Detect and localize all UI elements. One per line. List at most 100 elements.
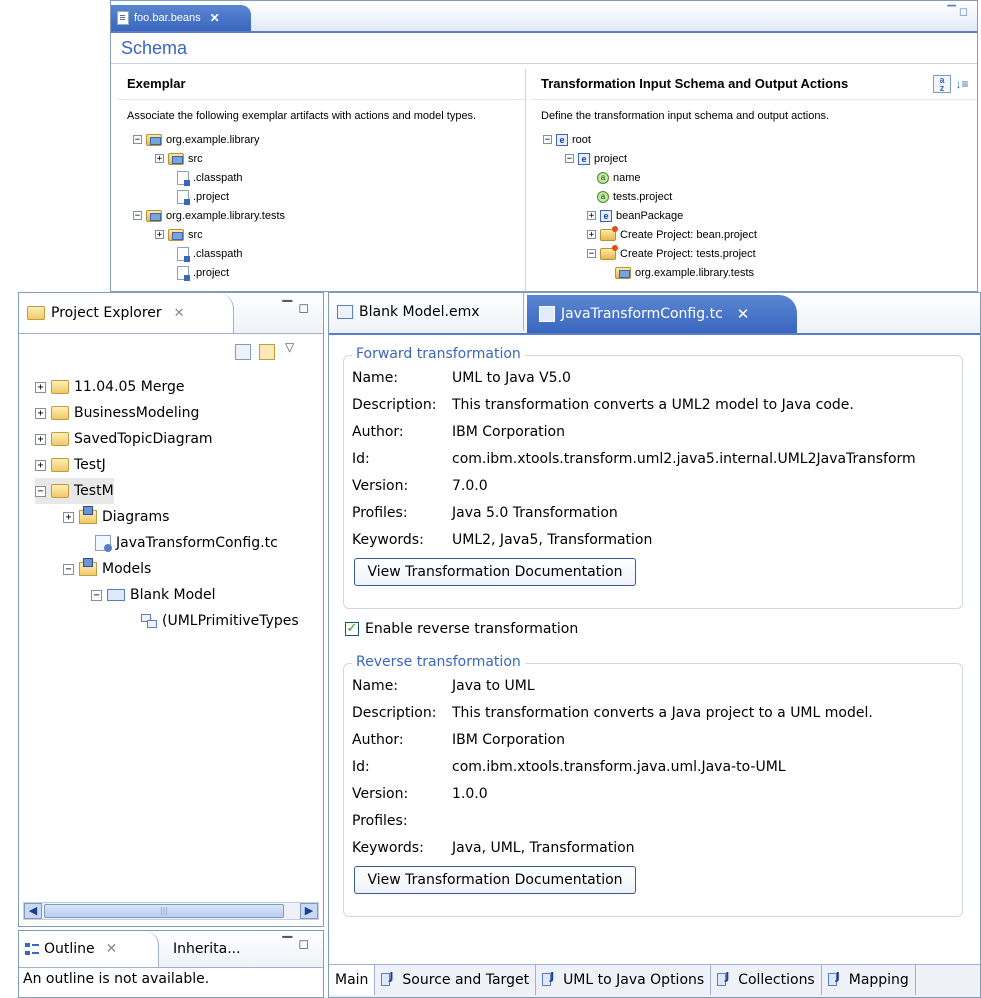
tab-outline[interactable]: Outline ✕ bbox=[19, 931, 159, 967]
property-name: Name: Java to UML bbox=[352, 678, 535, 694]
tree-item[interactable]: − Create Project: tests.project bbox=[587, 244, 756, 263]
property-profiles: Profiles: Java 5.0 Transformation bbox=[352, 505, 618, 521]
tree-item[interactable]: − org.example.library bbox=[133, 130, 260, 149]
tree-item[interactable]: a name bbox=[597, 168, 641, 187]
enable-reverse-checkbox[interactable]: ✓ Enable reverse transformation bbox=[345, 621, 578, 637]
tab-source-and-target[interactable]: Source and Target bbox=[375, 965, 537, 995]
tree-item[interactable]: + src bbox=[155, 225, 203, 244]
expand-icon[interactable]: + bbox=[63, 511, 74, 523]
schema-tab-bar: foo.bar.beans ✕ ▔◻ bbox=[111, 1, 977, 33]
tree-item[interactable]: − org.example.library.tests bbox=[133, 206, 285, 225]
expand-icon[interactable]: + bbox=[35, 433, 46, 445]
tree-item[interactable]: + src bbox=[155, 149, 203, 168]
tree-item[interactable]: + e beanPackage bbox=[587, 206, 683, 225]
expand-icon[interactable]: + bbox=[155, 230, 164, 240]
tree-item[interactable]: + Create Project: bean.project bbox=[587, 225, 757, 244]
java-project-icon bbox=[146, 209, 162, 222]
collapse-icon[interactable]: − bbox=[63, 563, 74, 575]
outline-message: An outline is not available. bbox=[23, 971, 210, 987]
expand-icon[interactable]: + bbox=[35, 407, 46, 419]
project-folder-icon bbox=[51, 380, 69, 394]
property-version: Version: 7.0.0 bbox=[352, 478, 488, 494]
tree-item[interactable]: − Blank Model bbox=[91, 582, 216, 608]
tab-mapping[interactable]: Mapping bbox=[822, 965, 916, 995]
sort-toolbar: az ↓≡ bbox=[933, 75, 971, 93]
sort-alphabetical-icon[interactable]: az bbox=[933, 75, 951, 93]
tab-foo-bar-beans[interactable]: foo.bar.beans ✕ bbox=[111, 5, 251, 31]
collapse-icon[interactable]: − bbox=[35, 485, 46, 497]
expand-icon[interactable]: + bbox=[587, 211, 596, 221]
java-project-icon bbox=[146, 133, 162, 146]
project-explorer-view: Project Explorer ✕ ▔◻ ▽ +11.04.05 Merge … bbox=[18, 292, 324, 927]
file-icon bbox=[177, 246, 190, 262]
tree-item[interactable]: + BusinessModeling bbox=[35, 400, 199, 426]
tree-item[interactable]: − e project bbox=[565, 149, 627, 168]
section-description: Define the transformation input schema a… bbox=[541, 110, 830, 122]
models-folder-icon bbox=[79, 558, 97, 576]
tab-inheritance[interactable]: Inherita... bbox=[173, 931, 241, 967]
tab-blank-model[interactable]: Blank Model.emx bbox=[329, 293, 524, 331]
close-icon[interactable]: ✕ bbox=[174, 306, 185, 321]
minimize-maximize-icons[interactable]: ▔◻ bbox=[947, 5, 971, 18]
horizontal-scrollbar[interactable]: ◀ ||| ▶ bbox=[23, 902, 319, 920]
close-icon[interactable]: ✕ bbox=[210, 11, 220, 25]
expand-icon[interactable]: + bbox=[35, 381, 46, 393]
project-folder-icon bbox=[51, 484, 69, 498]
collapse-icon[interactable]: − bbox=[587, 249, 596, 259]
tree-item[interactable]: +11.04.05 Merge bbox=[35, 374, 185, 400]
tree-item[interactable]: JavaTransformConfig.tc bbox=[95, 530, 278, 556]
minimize-maximize-icons[interactable]: ▔◻ bbox=[282, 937, 315, 952]
property-keywords: Keywords: Java, UML, Transformation bbox=[352, 840, 635, 856]
tree-item[interactable]: .project bbox=[177, 187, 229, 206]
collapse-icon[interactable]: − bbox=[133, 211, 142, 221]
checkbox-checked[interactable]: ✓ bbox=[345, 622, 359, 636]
document-icon bbox=[117, 11, 129, 25]
collapse-icon[interactable]: − bbox=[133, 135, 142, 145]
collapse-all-icon[interactable] bbox=[235, 344, 251, 360]
create-project-icon bbox=[600, 225, 618, 241]
expand-icon[interactable]: + bbox=[155, 154, 164, 164]
tree-item[interactable]: − Models bbox=[63, 556, 151, 582]
java-page-icon bbox=[827, 970, 844, 988]
property-id: Id: com.ibm.xtools.transform.java.uml.Jav… bbox=[352, 759, 786, 775]
view-documentation-button[interactable]: View Transformation Documentation bbox=[354, 866, 636, 894]
element-icon: e bbox=[578, 152, 590, 165]
tree-item[interactable]: − e root bbox=[543, 130, 591, 149]
tree-item[interactable]: (UMLPrimitiveTypes bbox=[141, 608, 299, 634]
transform-config-icon bbox=[95, 535, 112, 552]
tab-project-explorer[interactable]: Project Explorer ✕ bbox=[19, 293, 234, 333]
reverse-transformation-group: Reverse transformation Name: Java to UML … bbox=[343, 654, 963, 917]
link-with-editor-icon[interactable] bbox=[259, 344, 275, 360]
scrollbar-thumb[interactable]: ||| bbox=[44, 904, 284, 918]
tree-item-selected[interactable]: − TestM bbox=[35, 478, 114, 504]
tab-uml-to-java-options[interactable]: UML to Java Options bbox=[536, 965, 712, 995]
close-icon[interactable]: ✕ bbox=[737, 305, 750, 323]
tree-item[interactable]: org.example.library.tests bbox=[615, 263, 754, 282]
tree-item[interactable]: .classpath bbox=[177, 244, 243, 263]
sort-order-icon[interactable]: ↓≡ bbox=[953, 75, 971, 93]
view-menu-icon[interactable]: ▽ bbox=[285, 340, 294, 354]
group-title: Reverse transformation bbox=[352, 654, 525, 670]
collapse-icon[interactable]: − bbox=[543, 135, 552, 145]
expand-icon[interactable]: + bbox=[35, 459, 46, 471]
tree-item[interactable]: a tests.project bbox=[597, 187, 672, 206]
tab-main[interactable]: Main bbox=[329, 965, 376, 995]
tab-collections[interactable]: Collections bbox=[711, 965, 822, 995]
collapse-icon[interactable]: − bbox=[91, 589, 102, 601]
tree-item[interactable]: + TestJ bbox=[35, 452, 106, 478]
tab-java-transform-config[interactable]: JavaTransformConfig.tc ✕ bbox=[527, 295, 797, 333]
scroll-left-arrow[interactable]: ◀ bbox=[24, 903, 42, 919]
section-title: Exemplar bbox=[117, 69, 525, 100]
tree-item[interactable]: .project bbox=[177, 263, 229, 282]
section-title: Transformation Input Schema and Output A… bbox=[531, 69, 977, 100]
tree-item[interactable]: + Diagrams bbox=[63, 504, 169, 530]
tree-item[interactable]: .classpath bbox=[177, 168, 243, 187]
expand-icon[interactable]: + bbox=[587, 230, 596, 240]
tree-item[interactable]: + SavedTopicDiagram bbox=[35, 426, 213, 452]
minimize-maximize-icons[interactable]: ▔◻ bbox=[282, 301, 315, 316]
property-keywords: Keywords: UML2, Java5, Transformation bbox=[352, 532, 653, 548]
close-icon[interactable]: ✕ bbox=[106, 941, 118, 957]
collapse-icon[interactable]: − bbox=[565, 154, 574, 164]
view-documentation-button[interactable]: View Transformation Documentation bbox=[354, 558, 636, 586]
scroll-right-arrow[interactable]: ▶ bbox=[300, 903, 318, 919]
